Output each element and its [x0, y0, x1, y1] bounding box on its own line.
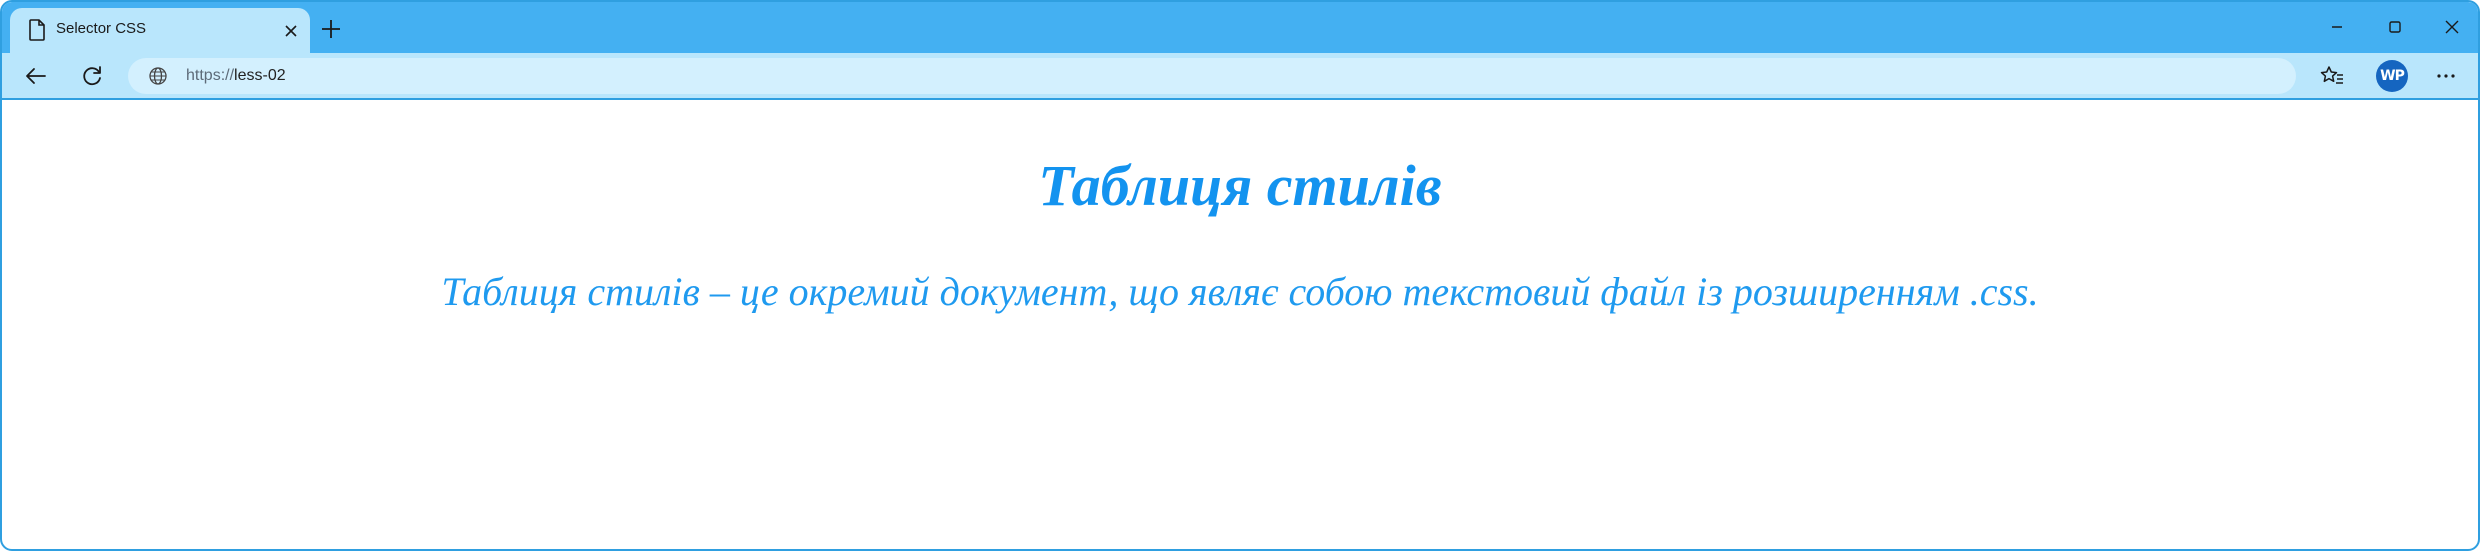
tab-title: Selector CSS [56, 20, 147, 37]
favorites-icon[interactable] [2318, 62, 2346, 90]
more-icon[interactable] [2432, 62, 2460, 90]
profile-badge[interactable]: WP [2376, 60, 2408, 92]
globe-icon [149, 67, 167, 85]
window-close-icon[interactable] [2439, 14, 2465, 40]
minimize-icon[interactable] [2324, 14, 2350, 40]
page-icon [29, 19, 45, 41]
plus-icon[interactable] [320, 18, 342, 40]
browser-toolbar: https://less-02 WP [2, 53, 2478, 99]
tab-selector-css[interactable]: Selector CSS [10, 8, 310, 53]
page-paragraph: Таблиця стилів – це окремий документ, що… [441, 269, 2039, 314]
browser-window: Selector CSS https://less-02 WP Таблиця … [0, 0, 2480, 551]
address-protocol: https:// [186, 67, 235, 84]
back-arrow-icon[interactable] [22, 62, 50, 90]
refresh-icon[interactable] [78, 62, 106, 90]
tab-strip: Selector CSS [2, 2, 2478, 53]
address-bar[interactable]: https://less-02 [128, 58, 2296, 94]
close-icon[interactable] [282, 22, 300, 40]
maximize-icon[interactable] [2382, 14, 2408, 40]
address-text[interactable]: https://less-02 [186, 67, 286, 85]
page-content: Таблиця стилів Таблиця стилів – це окрем… [2, 100, 2478, 549]
address-path: less-02 [234, 67, 286, 84]
page-heading: Таблиця стилів [1038, 153, 1442, 218]
